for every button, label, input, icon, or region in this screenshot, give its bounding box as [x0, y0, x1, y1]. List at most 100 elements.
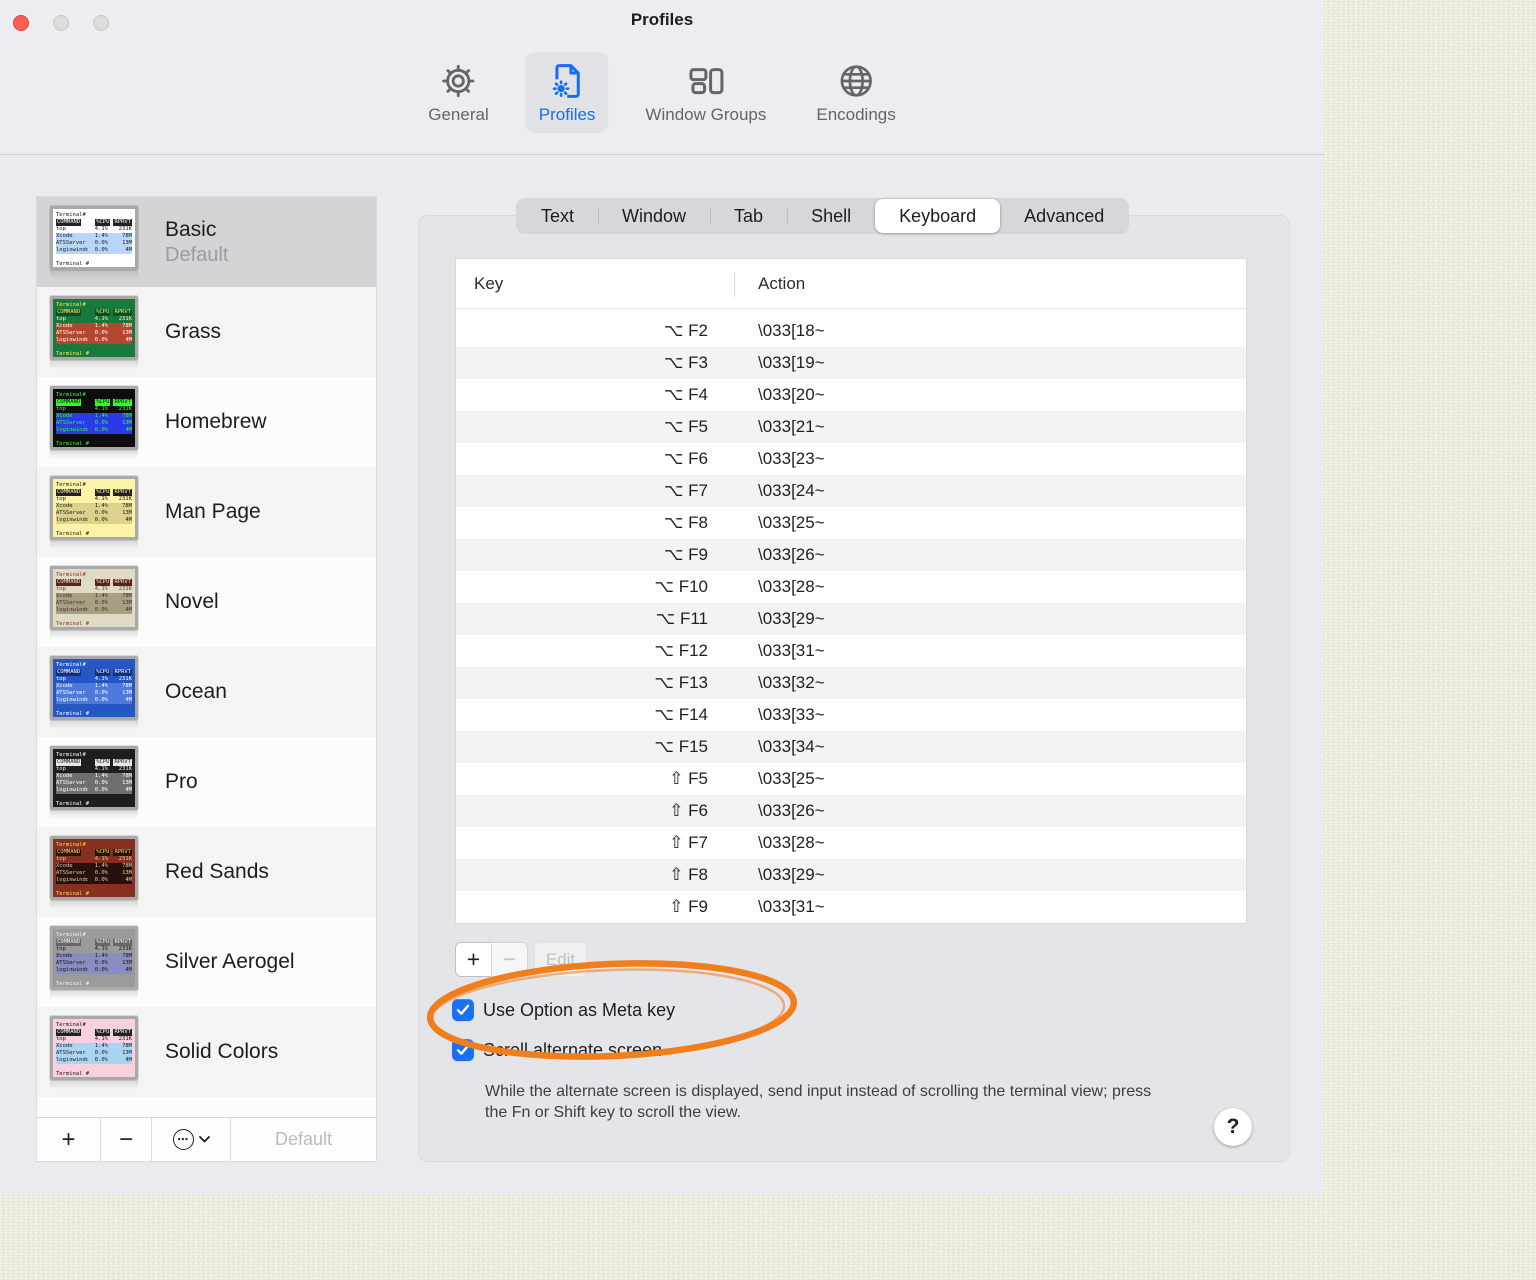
- table-row[interactable]: ⌥ F7 \033[24~: [456, 475, 1246, 507]
- screenshot-root: Profiles General Profiles Window Groups …: [0, 0, 1536, 1280]
- table-row[interactable]: ⌥ F10 \033[28~: [456, 571, 1246, 603]
- tab-tab[interactable]: Tab: [710, 199, 787, 233]
- action-cell: \033[31~: [758, 641, 825, 660]
- profile-name: Ocean: [165, 680, 227, 703]
- table-row[interactable]: ⌥ F12 \033[31~: [456, 635, 1246, 667]
- key-cell: ⌥ F11: [655, 609, 708, 628]
- table-row[interactable]: ⌥ F9 \033[26~: [456, 539, 1246, 571]
- table-row[interactable]: ⇧ F8 \033[29~: [456, 859, 1246, 891]
- add-profile-button[interactable]: +: [37, 1118, 101, 1161]
- table-row[interactable]: ⌥ F15 \033[34~: [456, 731, 1246, 763]
- table-row[interactable]: ⇧ F7 \033[28~: [456, 827, 1246, 859]
- checkbox-checked-icon[interactable]: [452, 1039, 474, 1061]
- add-key-binding-button[interactable]: +: [455, 942, 492, 977]
- profile-row-basic[interactable]: Terminal# COMMAND %CPU RPRVT top 4.1% 231K Xcod…: [37, 197, 376, 287]
- table-body: ⌥ F2 \033[18~ ⌥ F3 \033[19~ ⌥ F4 \033[20~ ⌥ F5…: [456, 309, 1246, 923]
- thumbnail-reflection: [50, 719, 138, 729]
- profile-name: Silver Aerogel: [165, 950, 295, 973]
- table-row[interactable]: ⌥ F4 \033[20~: [456, 379, 1246, 411]
- table-row[interactable]: ⌥ F6 \033[23~: [456, 443, 1246, 475]
- key-cell: ⌥ F12: [654, 641, 708, 660]
- key-cell: ⌥ F10: [654, 577, 708, 596]
- help-button[interactable]: ?: [1214, 1108, 1252, 1146]
- set-default-button: Default: [274, 1129, 333, 1149]
- key-cell: ⇧ F6: [669, 801, 708, 820]
- remove-profile-button[interactable]: −: [101, 1118, 152, 1161]
- tab-keyboard[interactable]: Keyboard: [875, 199, 1001, 233]
- thumbnail-reflection: [50, 899, 138, 909]
- profile-thumbnail: Terminal# COMMAND %CPU RPRVT top 4.1% 231K Xcod…: [50, 1015, 138, 1080]
- thumbnail-reflection: [50, 809, 138, 819]
- scroll-alternate-screen-checkbox-row[interactable]: Scroll alternate screen: [452, 1039, 662, 1061]
- toolbar-item-general[interactable]: General: [415, 52, 501, 133]
- column-header-key: Key: [474, 273, 504, 293]
- key-cell: ⇧ F7: [669, 833, 708, 852]
- key-cell: ⇧ F9: [669, 897, 708, 916]
- table-row[interactable]: ⌥ F14 \033[33~: [456, 699, 1246, 731]
- thumbnail-reflection: [50, 1079, 138, 1089]
- toolbar-item-window-groups[interactable]: Window Groups: [632, 52, 779, 133]
- toolbar-label-window-groups: Window Groups: [645, 105, 767, 124]
- settings-tab-bar: Text Window Tab Shell Keyboard Advanced: [516, 198, 1130, 234]
- column-divider: [734, 272, 735, 297]
- key-cell: ⇧ F8: [669, 865, 708, 884]
- table-row[interactable]: ⇧ F6 \033[26~: [456, 795, 1246, 827]
- action-cell: \033[25~: [758, 769, 825, 788]
- table-row[interactable]: ⌥ F8 \033[25~: [456, 507, 1246, 539]
- profile-row-pro[interactable]: Terminal# COMMAND %CPU RPRVT top 4.1% 231K Xcod…: [37, 737, 376, 827]
- key-cell: ⌥ F6: [663, 449, 708, 468]
- toolbar-item-encodings[interactable]: Encodings: [803, 52, 908, 133]
- thumbnail-reflection: [50, 449, 138, 459]
- tab-advanced[interactable]: Advanced: [1000, 199, 1128, 233]
- toolbar-item-profiles[interactable]: Profiles: [525, 52, 609, 133]
- profile-name: Pro: [165, 770, 198, 793]
- profile-name: Novel: [165, 590, 219, 613]
- profile-row-homebrew[interactable]: Terminal# COMMAND %CPU RPRVT top 4.1% 231K Xcod…: [37, 377, 376, 467]
- profile-actions-menu-button[interactable]: ⋯: [152, 1118, 231, 1161]
- profile-row-red-sands[interactable]: Terminal# COMMAND %CPU RPRVT top 4.1% 231K Xcod…: [37, 827, 376, 917]
- thumbnail-reflection: [50, 989, 138, 999]
- toolbar-label-general: General: [428, 105, 489, 124]
- profile-thumbnail: Terminal# COMMAND %CPU RPRVT top 4.1% 231K Xcod…: [50, 565, 138, 630]
- profile-row-grass[interactable]: Terminal# COMMAND %CPU RPRVT top 4.1% 231K Xcod…: [37, 287, 376, 377]
- alternate-screen-help-text: While the alternate screen is displayed,…: [485, 1083, 1152, 1121]
- profile-name: Man Page: [165, 500, 261, 523]
- profile-row-silver-aerogel[interactable]: Terminal# COMMAND %CPU RPRVT top 4.1% 231K Xcod…: [37, 917, 376, 1007]
- profile-thumbnail: Terminal# COMMAND %CPU RPRVT top 4.1% 231K Xcod…: [50, 385, 138, 450]
- toolbar-label-encodings: Encodings: [816, 105, 896, 124]
- tab-window[interactable]: Window: [598, 199, 710, 233]
- action-cell: \033[20~: [758, 385, 825, 404]
- profile-row-novel[interactable]: Terminal# COMMAND %CPU RPRVT top 4.1% 231K Xcod…: [37, 557, 376, 647]
- profile-sidebar: Terminal# COMMAND %CPU RPRVT top 4.1% 231K Xcod…: [36, 196, 377, 1162]
- thumbnail-reflection: [50, 359, 138, 369]
- profile-row-solid-colors[interactable]: Terminal# COMMAND %CPU RPRVT top 4.1% 231K Xcod…: [37, 1007, 376, 1097]
- table-row[interactable]: ⌥ F5 \033[21~: [456, 411, 1246, 443]
- table-row[interactable]: ⇧ F9 \033[31~: [456, 891, 1246, 923]
- table-row[interactable]: ⌥ F13 \033[32~: [456, 667, 1246, 699]
- window-title: Profiles: [630, 10, 694, 29]
- action-cell: \033[21~: [758, 417, 825, 436]
- action-cell: \033[26~: [758, 545, 825, 564]
- table-row[interactable]: ⌥ F2 \033[18~: [456, 315, 1246, 347]
- key-cell: ⌥ F3: [663, 353, 708, 372]
- use-option-as-meta-label: Use Option as Meta key: [483, 999, 676, 1020]
- table-row[interactable]: ⌥ F3 \033[19~: [456, 347, 1246, 379]
- edit-key-binding-button: Edit: [534, 942, 587, 977]
- tab-shell[interactable]: Shell: [787, 199, 875, 233]
- key-cell: ⌥ F9: [663, 545, 708, 564]
- checkbox-checked-icon[interactable]: [452, 999, 474, 1021]
- remove-key-binding-button: −: [491, 942, 528, 977]
- tab-text[interactable]: Text: [517, 199, 598, 233]
- action-cell: \033[23~: [758, 449, 825, 468]
- use-option-as-meta-checkbox-row[interactable]: Use Option as Meta key: [452, 999, 675, 1021]
- action-cell: \033[26~: [758, 801, 825, 820]
- profile-thumbnail: Terminal# COMMAND %CPU RPRVT top 4.1% 231K Xcod…: [50, 205, 138, 270]
- key-cell: ⌥ F7: [663, 481, 708, 500]
- terminal-preferences-window: Profiles General Profiles Window Groups …: [0, 0, 1324, 1194]
- table-row[interactable]: ⇧ F5 \033[25~: [456, 763, 1246, 795]
- profile-thumbnail: Terminal# COMMAND %CPU RPRVT top 4.1% 231K Xcod…: [50, 925, 138, 990]
- toolbar: General Profiles Window Groups Encodings: [415, 52, 909, 133]
- profile-row-man-page[interactable]: Terminal# COMMAND %CPU RPRVT top 4.1% 231K Xcod…: [37, 467, 376, 557]
- profile-row-ocean[interactable]: Terminal# COMMAND %CPU RPRVT top 4.1% 231K Xcod…: [37, 647, 376, 737]
- table-row[interactable]: ⌥ F11 \033[29~: [456, 603, 1246, 635]
